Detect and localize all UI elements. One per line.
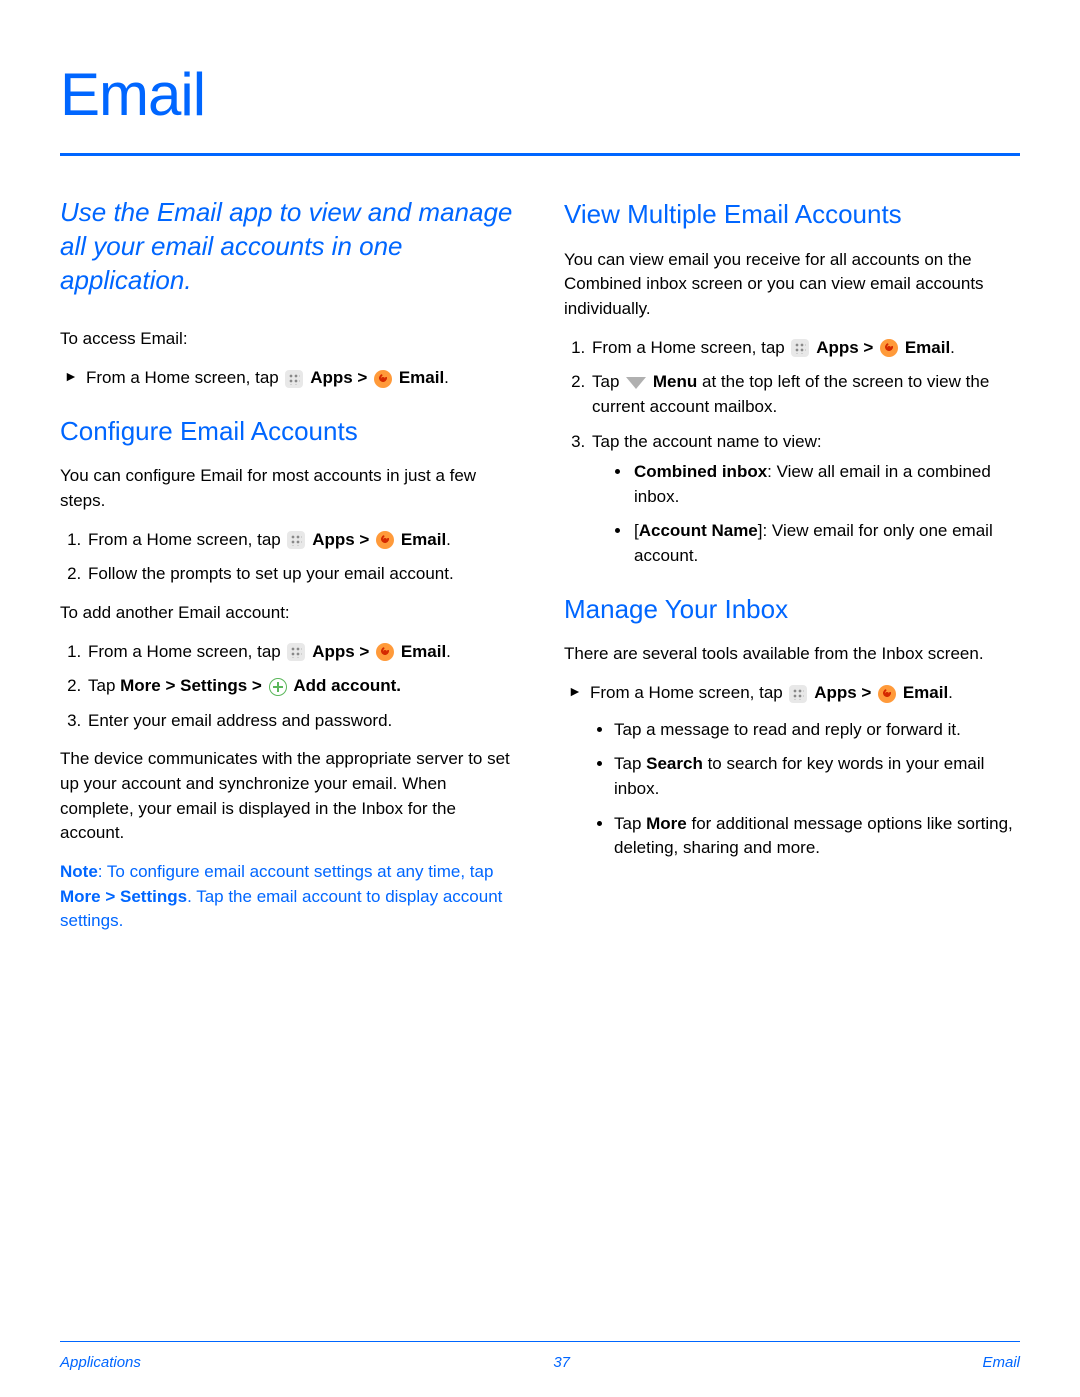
configure-note: Note: To configure email account setting… xyxy=(60,860,516,934)
add-account-steps: From a Home screen, tap Apps > Email. Ta… xyxy=(60,640,516,734)
apps-icon xyxy=(285,370,303,388)
page-title: Email xyxy=(60,60,1020,129)
view-step-3: Tap the account name to view: Combined i… xyxy=(590,430,1020,569)
right-column: View Multiple Email Accounts You can vie… xyxy=(564,196,1020,948)
email-icon xyxy=(878,685,896,703)
heading-manage-inbox: Manage Your Inbox xyxy=(564,591,1020,629)
apps-icon xyxy=(791,339,809,357)
menu-icon xyxy=(626,377,646,389)
add-account-label: To add another Email account: xyxy=(60,601,516,626)
footer-left: Applications xyxy=(60,1354,141,1371)
manage-bullet-1: Tap a message to read and reply or forwa… xyxy=(614,718,1020,743)
manage-step: ► From a Home screen, tap Apps > Email. … xyxy=(564,681,1020,873)
configure-intro: You can configure Email for most account… xyxy=(60,464,516,513)
left-column: Use the Email app to view and manage all… xyxy=(60,196,516,948)
page-footer: Applications 37 Email xyxy=(60,1341,1020,1371)
view-step-2: Tap Menu at the top left of the screen t… xyxy=(590,370,1020,419)
manage-bullet-2: Tap Search to search for key words in yo… xyxy=(614,752,1020,801)
email-icon xyxy=(376,643,394,661)
access-step-text: From a Home screen, tap xyxy=(86,368,283,387)
view-bullet-account: [Account Name]: View email for only one … xyxy=(632,519,1020,568)
configure-step-2: Follow the prompts to set up your email … xyxy=(86,562,516,587)
view-bullet-combined: Combined inbox: View all email in a comb… xyxy=(632,460,1020,509)
manage-bullet-3: Tap More for additional message options … xyxy=(614,812,1020,861)
arrow-icon: ► xyxy=(64,366,86,391)
footer-right: Email xyxy=(982,1354,1020,1371)
add-step-2: Tap More > Settings > Add account. xyxy=(86,674,516,699)
heading-configure: Configure Email Accounts xyxy=(60,413,516,451)
view-intro: You can view email you receive for all a… xyxy=(564,248,1020,322)
email-icon xyxy=(880,339,898,357)
title-rule xyxy=(60,153,1020,156)
arrow-icon: ► xyxy=(568,681,590,873)
manage-bullets: Tap a message to read and reply or forwa… xyxy=(590,718,1020,861)
footer-page-number: 37 xyxy=(553,1354,570,1371)
intro-text: Use the Email app to view and manage all… xyxy=(60,196,516,297)
configure-steps: From a Home screen, tap Apps > Email. Fo… xyxy=(60,528,516,587)
content-columns: Use the Email app to view and manage all… xyxy=(60,196,1020,948)
email-icon xyxy=(376,531,394,549)
apps-icon xyxy=(789,685,807,703)
apps-icon xyxy=(287,643,305,661)
access-step: ► From a Home screen, tap Apps > Email. xyxy=(60,366,516,391)
email-icon xyxy=(374,370,392,388)
add-step-3: Enter your email address and password. xyxy=(86,709,516,734)
access-label: To access Email: xyxy=(60,327,516,352)
add-icon xyxy=(269,678,287,696)
apps-icon xyxy=(287,531,305,549)
apps-label: Apps xyxy=(310,368,353,387)
view-sub-bullets: Combined inbox: View all email in a comb… xyxy=(592,460,1020,569)
configure-step-1: From a Home screen, tap Apps > Email. xyxy=(86,528,516,553)
manage-intro: There are several tools available from t… xyxy=(564,642,1020,667)
heading-view-multiple: View Multiple Email Accounts xyxy=(564,196,1020,234)
email-label: Email xyxy=(399,368,444,387)
view-step-1: From a Home screen, tap Apps > Email. xyxy=(590,336,1020,361)
view-steps: From a Home screen, tap Apps > Email. Ta… xyxy=(564,336,1020,569)
sync-paragraph: The device communicates with the appropr… xyxy=(60,747,516,846)
add-step-1: From a Home screen, tap Apps > Email. xyxy=(86,640,516,665)
